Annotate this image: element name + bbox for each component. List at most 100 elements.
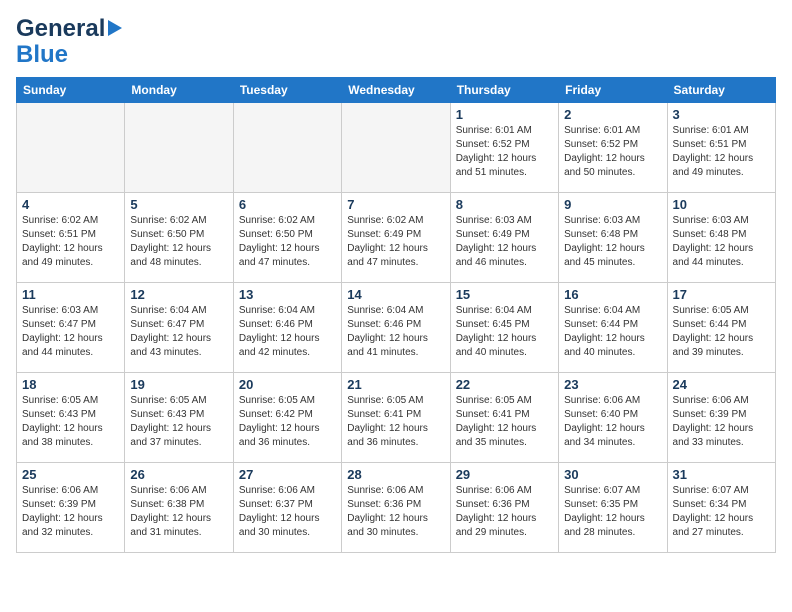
logo-blue: Blue xyxy=(16,42,68,68)
day-number: 3 xyxy=(673,107,770,122)
day-info: Sunrise: 6:06 AM Sunset: 6:36 PM Dayligh… xyxy=(347,484,444,540)
day-number: 29 xyxy=(456,467,553,482)
calendar-day-cell: 11 Sunrise: 6:03 AM Sunset: 6:47 PM Dayli… xyxy=(17,282,125,372)
day-info: Sunrise: 6:04 AM Sunset: 6:47 PM Dayligh… xyxy=(130,304,227,360)
day-info: Sunrise: 6:04 AM Sunset: 6:44 PM Dayligh… xyxy=(564,304,661,360)
day-number: 23 xyxy=(564,377,661,392)
day-number: 26 xyxy=(130,467,227,482)
day-info: Sunrise: 6:05 AM Sunset: 6:44 PM Dayligh… xyxy=(673,304,770,360)
calendar-day-cell: 8 Sunrise: 6:03 AM Sunset: 6:49 PM Daylig… xyxy=(450,192,558,282)
day-number: 28 xyxy=(347,467,444,482)
calendar-day-cell: 17 Sunrise: 6:05 AM Sunset: 6:44 PM Dayli… xyxy=(667,282,775,372)
day-number: 10 xyxy=(673,197,770,212)
day-info: Sunrise: 6:02 AM Sunset: 6:50 PM Dayligh… xyxy=(239,214,336,270)
day-number: 2 xyxy=(564,107,661,122)
calendar-day-cell: 29 Sunrise: 6:06 AM Sunset: 6:36 PM Dayli… xyxy=(450,462,558,552)
day-info: Sunrise: 6:06 AM Sunset: 6:39 PM Dayligh… xyxy=(22,484,119,540)
day-number: 15 xyxy=(456,287,553,302)
day-info: Sunrise: 6:03 AM Sunset: 6:49 PM Dayligh… xyxy=(456,214,553,270)
day-info: Sunrise: 6:05 AM Sunset: 6:43 PM Dayligh… xyxy=(130,394,227,450)
calendar-day-cell: 24 Sunrise: 6:06 AM Sunset: 6:39 PM Dayli… xyxy=(667,372,775,462)
calendar-table: SundayMondayTuesdayWednesdayThursdayFrid… xyxy=(16,77,776,553)
day-of-week-header: Tuesday xyxy=(233,77,341,102)
calendar-day-cell xyxy=(342,102,450,192)
calendar-day-cell: 18 Sunrise: 6:05 AM Sunset: 6:43 PM Dayli… xyxy=(17,372,125,462)
day-info: Sunrise: 6:04 AM Sunset: 6:45 PM Dayligh… xyxy=(456,304,553,360)
calendar-week-row: 18 Sunrise: 6:05 AM Sunset: 6:43 PM Dayli… xyxy=(17,372,776,462)
day-number: 11 xyxy=(22,287,119,302)
calendar-week-row: 25 Sunrise: 6:06 AM Sunset: 6:39 PM Dayli… xyxy=(17,462,776,552)
calendar-week-row: 4 Sunrise: 6:02 AM Sunset: 6:51 PM Daylig… xyxy=(17,192,776,282)
day-of-week-header: Sunday xyxy=(17,77,125,102)
day-number: 16 xyxy=(564,287,661,302)
calendar-day-cell: 15 Sunrise: 6:04 AM Sunset: 6:45 PM Dayli… xyxy=(450,282,558,372)
day-info: Sunrise: 6:05 AM Sunset: 6:41 PM Dayligh… xyxy=(456,394,553,450)
calendar-day-cell: 20Sunrise: 6:05 AM Sunset: 6:42 PM Dayli… xyxy=(233,372,341,462)
day-info: Sunrise: 6:05 AM Sunset: 6:42 PM Dayligh… xyxy=(239,394,336,450)
calendar-day-cell: 31Sunrise: 6:07 AM Sunset: 6:34 PM Dayli… xyxy=(667,462,775,552)
day-info: Sunrise: 6:04 AM Sunset: 6:46 PM Dayligh… xyxy=(347,304,444,360)
day-number: 7 xyxy=(347,197,444,212)
day-number: 12 xyxy=(130,287,227,302)
calendar-day-cell: 2Sunrise: 6:01 AM Sunset: 6:52 PM Daylig… xyxy=(559,102,667,192)
calendar-day-cell: 1 Sunrise: 6:01 AM Sunset: 6:52 PM Daylig… xyxy=(450,102,558,192)
day-info: Sunrise: 6:01 AM Sunset: 6:52 PM Dayligh… xyxy=(456,124,553,180)
calendar-day-cell: 28 Sunrise: 6:06 AM Sunset: 6:36 PM Dayli… xyxy=(342,462,450,552)
day-number: 22 xyxy=(456,377,553,392)
day-number: 18 xyxy=(22,377,119,392)
logo-general: General xyxy=(16,16,105,42)
calendar-day-cell: 6 Sunrise: 6:02 AM Sunset: 6:50 PM Daylig… xyxy=(233,192,341,282)
calendar-day-cell: 16 Sunrise: 6:04 AM Sunset: 6:44 PM Dayli… xyxy=(559,282,667,372)
calendar-day-cell: 12 Sunrise: 6:04 AM Sunset: 6:47 PM Dayli… xyxy=(125,282,233,372)
day-info: Sunrise: 6:02 AM Sunset: 6:50 PM Dayligh… xyxy=(130,214,227,270)
day-of-week-header: Wednesday xyxy=(342,77,450,102)
day-of-week-header: Friday xyxy=(559,77,667,102)
day-info: Sunrise: 6:06 AM Sunset: 6:40 PM Dayligh… xyxy=(564,394,661,450)
calendar-day-cell: 4 Sunrise: 6:02 AM Sunset: 6:51 PM Daylig… xyxy=(17,192,125,282)
day-number: 25 xyxy=(22,467,119,482)
day-number: 17 xyxy=(673,287,770,302)
calendar-day-cell: 19 Sunrise: 6:05 AM Sunset: 6:43 PM Dayli… xyxy=(125,372,233,462)
day-info: Sunrise: 6:07 AM Sunset: 6:35 PM Dayligh… xyxy=(564,484,661,540)
calendar-day-cell: 26 Sunrise: 6:06 AM Sunset: 6:38 PM Dayli… xyxy=(125,462,233,552)
calendar-day-cell: 21Sunrise: 6:05 AM Sunset: 6:41 PM Dayli… xyxy=(342,372,450,462)
day-of-week-header: Thursday xyxy=(450,77,558,102)
calendar-week-row: 11 Sunrise: 6:03 AM Sunset: 6:47 PM Dayli… xyxy=(17,282,776,372)
calendar-day-cell: 13Sunrise: 6:04 AM Sunset: 6:46 PM Dayli… xyxy=(233,282,341,372)
day-info: Sunrise: 6:06 AM Sunset: 6:37 PM Dayligh… xyxy=(239,484,336,540)
day-number: 21 xyxy=(347,377,444,392)
calendar-day-cell: 9 Sunrise: 6:03 AM Sunset: 6:48 PM Daylig… xyxy=(559,192,667,282)
calendar-day-cell: 7Sunrise: 6:02 AM Sunset: 6:49 PM Daylig… xyxy=(342,192,450,282)
calendar-day-cell: 30 Sunrise: 6:07 AM Sunset: 6:35 PM Dayli… xyxy=(559,462,667,552)
day-info: Sunrise: 6:06 AM Sunset: 6:38 PM Dayligh… xyxy=(130,484,227,540)
logo: General Blue xyxy=(16,16,122,69)
day-info: Sunrise: 6:03 AM Sunset: 6:48 PM Dayligh… xyxy=(564,214,661,270)
day-number: 4 xyxy=(22,197,119,212)
calendar-day-cell xyxy=(17,102,125,192)
day-info: Sunrise: 6:05 AM Sunset: 6:43 PM Dayligh… xyxy=(22,394,119,450)
calendar-day-cell: 27Sunrise: 6:06 AM Sunset: 6:37 PM Dayli… xyxy=(233,462,341,552)
day-info: Sunrise: 6:06 AM Sunset: 6:39 PM Dayligh… xyxy=(673,394,770,450)
day-info: Sunrise: 6:07 AM Sunset: 6:34 PM Dayligh… xyxy=(673,484,770,540)
day-info: Sunrise: 6:02 AM Sunset: 6:51 PM Dayligh… xyxy=(22,214,119,270)
day-info: Sunrise: 6:03 AM Sunset: 6:48 PM Dayligh… xyxy=(673,214,770,270)
day-number: 9 xyxy=(564,197,661,212)
day-number: 19 xyxy=(130,377,227,392)
logo-arrow-icon xyxy=(108,20,122,36)
day-number: 30 xyxy=(564,467,661,482)
header: General Blue xyxy=(16,16,776,69)
day-number: 8 xyxy=(456,197,553,212)
day-number: 13 xyxy=(239,287,336,302)
day-number: 1 xyxy=(456,107,553,122)
day-info: Sunrise: 6:03 AM Sunset: 6:47 PM Dayligh… xyxy=(22,304,119,360)
calendar-day-cell: 5 Sunrise: 6:02 AM Sunset: 6:50 PM Daylig… xyxy=(125,192,233,282)
day-number: 5 xyxy=(130,197,227,212)
calendar-week-row: 1 Sunrise: 6:01 AM Sunset: 6:52 PM Daylig… xyxy=(17,102,776,192)
calendar-day-cell: 3Sunrise: 6:01 AM Sunset: 6:51 PM Daylig… xyxy=(667,102,775,192)
day-number: 24 xyxy=(673,377,770,392)
day-number: 14 xyxy=(347,287,444,302)
day-info: Sunrise: 6:06 AM Sunset: 6:36 PM Dayligh… xyxy=(456,484,553,540)
day-number: 6 xyxy=(239,197,336,212)
calendar-day-cell: 10 Sunrise: 6:03 AM Sunset: 6:48 PM Dayli… xyxy=(667,192,775,282)
calendar-day-cell xyxy=(125,102,233,192)
